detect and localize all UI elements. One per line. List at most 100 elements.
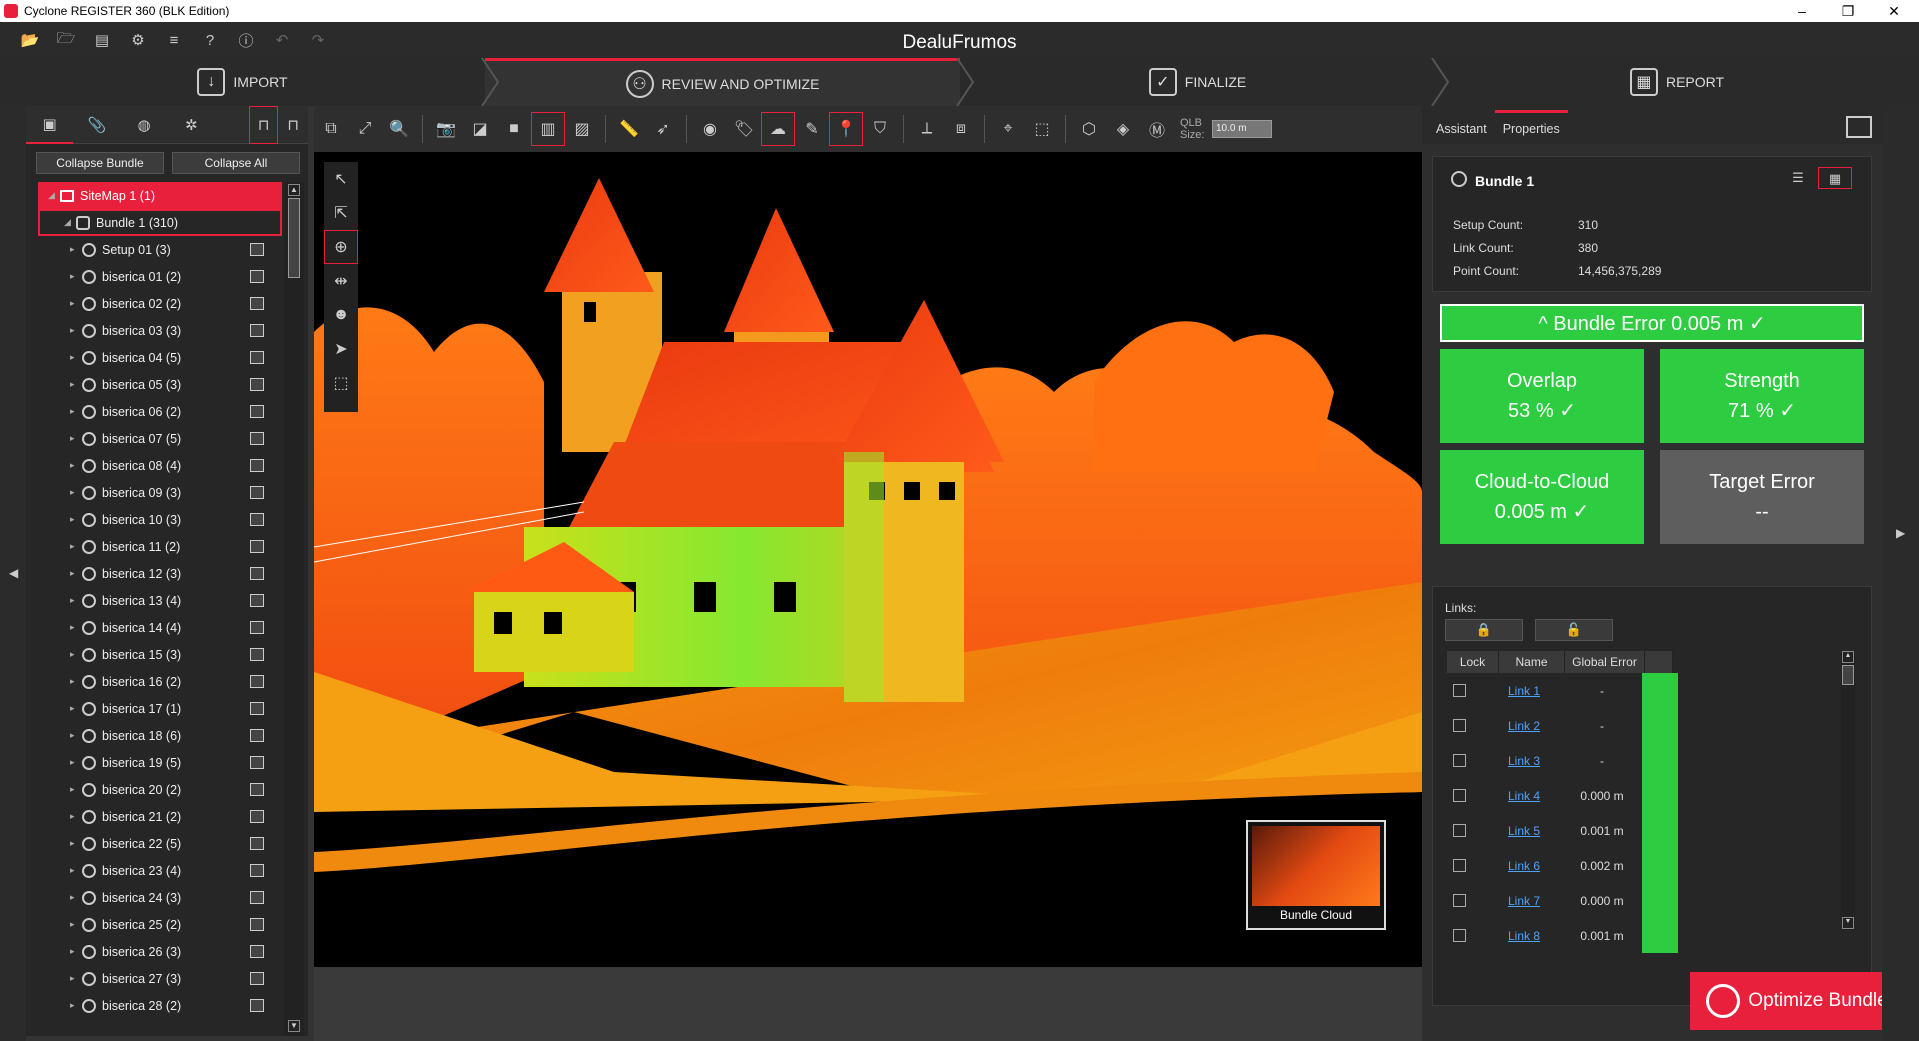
col-lock[interactable]: Lock	[1447, 651, 1499, 673]
scroll-up-icon[interactable]: ▲	[288, 184, 300, 196]
minimize-icon[interactable]: –	[1779, 0, 1825, 22]
grid-view-icon[interactable]: ▦	[1818, 167, 1852, 189]
expand-icon[interactable]: ▸	[70, 973, 82, 984]
expand-icon[interactable]: ▸	[70, 1000, 82, 1011]
step-finalize[interactable]: ✓ FINALIZE	[960, 58, 1435, 106]
close-icon[interactable]: ✕	[1871, 0, 1917, 22]
right-collapse-strip[interactable]: ▶	[1882, 106, 1919, 1041]
square-icon[interactable]: ■	[497, 112, 531, 146]
link-name[interactable]: Link 8	[1486, 929, 1562, 943]
box-view-icon[interactable]: ⬚	[324, 366, 358, 400]
multi-select-icon[interactable]: ⇱	[324, 196, 358, 230]
link-name[interactable]: Link 2	[1486, 719, 1562, 733]
info-icon[interactable]: ⓘ	[228, 22, 264, 58]
visualization-icon[interactable]: ◈	[1106, 112, 1140, 146]
fit-view-icon[interactable]: ⧉	[314, 112, 348, 146]
walk-icon[interactable]: ☻	[324, 298, 358, 332]
tree-item-setup[interactable]: ▸ biserica 27 (3)	[26, 965, 282, 992]
attachments-tab-icon[interactable]: 📎	[73, 106, 120, 144]
expand-icon[interactable]: ▸	[70, 703, 82, 714]
expand-icon[interactable]: ▸	[70, 622, 82, 633]
expand-icon[interactable]: ▸	[70, 433, 82, 444]
cube-icon[interactable]: ⬡	[1072, 112, 1106, 146]
lock-checkbox[interactable]	[1453, 859, 1466, 872]
scroll-down-icon[interactable]: ▼	[288, 1020, 300, 1032]
lock-checkbox[interactable]	[1453, 824, 1466, 837]
target-error-tile[interactable]: Target Error --	[1660, 450, 1864, 544]
link-name[interactable]: Link 6	[1486, 859, 1562, 873]
tree-item-setup[interactable]: ▸ biserica 02 (2)	[26, 290, 282, 317]
optimize-bundle-button[interactable]: Optimize Bundle	[1690, 972, 1904, 1030]
lock-checkbox[interactable]	[1453, 684, 1466, 697]
collapse-left-icon[interactable]: ◀	[9, 566, 18, 580]
select-icon[interactable]: ↖	[324, 162, 358, 196]
link-row[interactable]: Link 7 0.000 m	[1447, 883, 1697, 918]
bundle-error-button[interactable]: ^ Bundle Error 0.005 m ✓	[1440, 304, 1864, 342]
link-row[interactable]: Link 1 -	[1447, 673, 1697, 708]
expand-icon[interactable]: ▸	[70, 244, 82, 255]
image-icon[interactable]	[250, 729, 264, 742]
overlap-tile[interactable]: Overlap 53 % ✓	[1440, 349, 1644, 443]
tab-assistant[interactable]: Assistant	[1428, 110, 1495, 144]
expand-icon[interactable]: ▸	[70, 676, 82, 687]
tree-item-setup[interactable]: ▸ biserica 19 (5)	[26, 749, 282, 776]
image-icon[interactable]	[250, 540, 264, 553]
image-icon[interactable]	[250, 270, 264, 283]
expand-icon[interactable]: ▸	[70, 946, 82, 957]
expand-icon[interactable]: ▸	[70, 406, 82, 417]
expand-icon[interactable]: ▸	[70, 271, 82, 282]
tree-item-setup[interactable]: ▸ biserica 21 (2)	[26, 803, 282, 830]
lock-checkbox[interactable]	[1453, 789, 1466, 802]
image-icon[interactable]	[250, 783, 264, 796]
step-import[interactable]: ↓ IMPORT	[0, 58, 485, 106]
image-icon[interactable]	[250, 567, 264, 580]
target-icon[interactable]: ◉	[693, 112, 727, 146]
image-icon[interactable]	[250, 459, 264, 472]
collapse-bundle-button[interactable]: Collapse Bundle	[36, 152, 164, 174]
tree-item-setup[interactable]: ▸ biserica 18 (6)	[26, 722, 282, 749]
tree-item-sitemap[interactable]: ◢ SiteMap 1 (1)	[38, 182, 282, 209]
expand-icon[interactable]: ▸	[70, 919, 82, 930]
image-icon[interactable]	[250, 594, 264, 607]
image-icon[interactable]	[250, 675, 264, 688]
lock-checkbox[interactable]	[1453, 754, 1466, 767]
expand-icon[interactable]: ▸	[70, 514, 82, 525]
links-scrollbar[interactable]: ▲ ▼	[1841, 651, 1855, 931]
zoom-icon[interactable]: 🔍	[382, 112, 416, 146]
image-icon[interactable]	[250, 810, 264, 823]
cloud-to-cloud-tile[interactable]: Cloud-to-Cloud 0.005 m ✓	[1440, 450, 1644, 544]
tree-item-setup[interactable]: ▸ biserica 09 (3)	[26, 479, 282, 506]
contrast-icon[interactable]: ◪	[463, 112, 497, 146]
limit-box-icon[interactable]: ⬚	[1025, 112, 1059, 146]
tab-properties[interactable]: Properties	[1494, 110, 1568, 144]
image-icon[interactable]	[250, 351, 264, 364]
link-mode-icon[interactable]: ⊓	[248, 105, 279, 144]
expand-icon[interactable]: ▸	[70, 811, 82, 822]
tree-item-setup[interactable]: ▸ biserica 05 (3)	[26, 371, 282, 398]
location-pin-icon[interactable]: 📍	[829, 112, 863, 146]
tree-item-setup[interactable]: ▸ biserica 01 (2)	[26, 263, 282, 290]
link-name[interactable]: Link 5	[1486, 824, 1562, 838]
tree-item-setup[interactable]: ▸ biserica 12 (3)	[26, 560, 282, 587]
database-icon[interactable]: ≡	[156, 22, 192, 58]
redo-icon[interactable]: ↷	[300, 22, 336, 58]
expand-icon[interactable]: ▸	[70, 568, 82, 579]
lock-checkbox[interactable]	[1453, 894, 1466, 907]
link-name[interactable]: Link 3	[1486, 754, 1562, 768]
image-icon[interactable]	[250, 756, 264, 769]
tree-item-setup[interactable]: ▸ biserica 10 (3)	[26, 506, 282, 533]
link-row[interactable]: Link 4 0.000 m	[1447, 778, 1697, 813]
open-project-icon[interactable]: 🗁	[48, 22, 84, 58]
expand-icon[interactable]: ▸	[70, 325, 82, 336]
lock-checkbox[interactable]	[1453, 719, 1466, 732]
tree-item-setup[interactable]: ▸ biserica 11 (2)	[26, 533, 282, 560]
point-cloud-viewport[interactable]: ↖ ⇱ ⊕ ⇹ ☻ ➤ ⬚ Bundle Cloud	[314, 152, 1422, 967]
expand-icon[interactable]: ▸	[70, 460, 82, 471]
expand-icon[interactable]: ▸	[70, 352, 82, 363]
tree-item-setup[interactable]: ▸ biserica 26 (3)	[26, 938, 282, 965]
lock-checkbox[interactable]	[1453, 929, 1466, 942]
tree-tab-icon[interactable]: ▣	[26, 106, 74, 144]
step-report[interactable]: ▦ REPORT	[1435, 58, 1919, 106]
link-name[interactable]: Link 4	[1486, 789, 1562, 803]
orbit-icon[interactable]: ⊕	[324, 230, 358, 264]
